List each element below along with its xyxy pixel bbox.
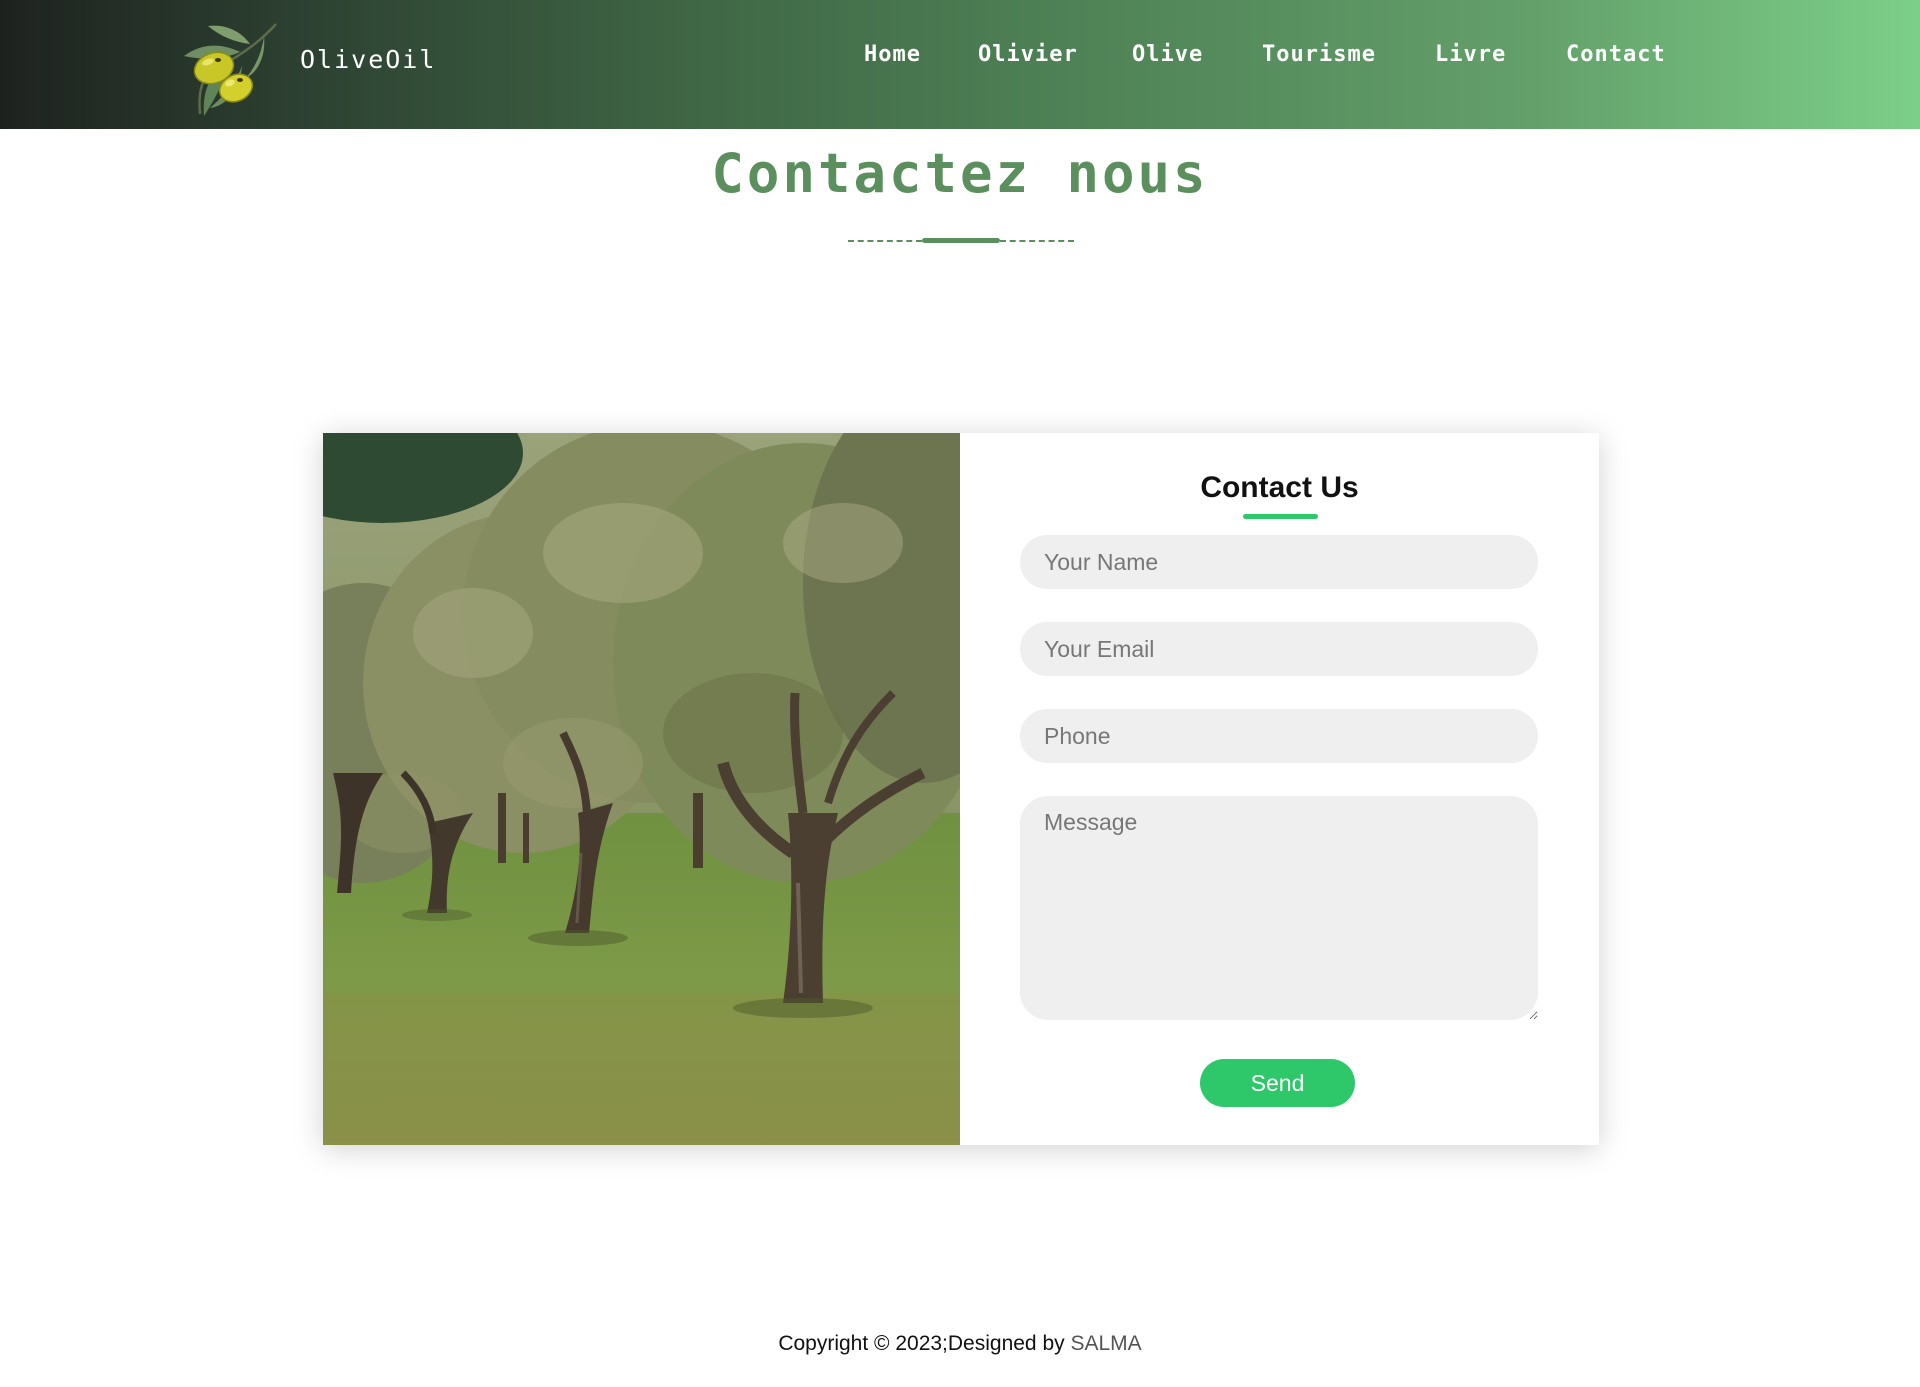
olive-grove-image xyxy=(323,433,960,1145)
nav-olivier[interactable]: Olivier xyxy=(978,42,1078,67)
message-field[interactable] xyxy=(1020,796,1538,1020)
designer-name: SALMA xyxy=(1070,1332,1142,1355)
site-footer: Copyright © 2023;Designed by SALMA xyxy=(0,1332,1920,1356)
contact-card: Contact Us Send xyxy=(323,433,1599,1145)
nav-contact[interactable]: Contact xyxy=(1566,42,1666,67)
site-header: OliveOil Home Olivier Olive Tourisme Liv… xyxy=(0,0,1920,129)
send-button[interactable]: Send xyxy=(1200,1059,1355,1107)
email-field[interactable] xyxy=(1020,622,1538,676)
underline-dash-left xyxy=(848,240,922,242)
form-title-underline xyxy=(1243,514,1318,519)
main-nav: Home Olivier Olive Tourisme Livre Contac… xyxy=(0,42,1920,72)
contact-form: Contact Us Send xyxy=(960,433,1599,1145)
title-underline xyxy=(848,236,1074,244)
underline-bar xyxy=(922,238,1000,243)
nav-livre[interactable]: Livre xyxy=(1435,42,1506,67)
nav-tourisme[interactable]: Tourisme xyxy=(1262,42,1376,67)
underline-dash-right xyxy=(1000,240,1074,242)
name-field[interactable] xyxy=(1020,535,1538,589)
copyright-text: Copyright © 2023;Designed by xyxy=(778,1332,1071,1355)
page-title: Contactez nous xyxy=(711,142,1209,205)
nav-home[interactable]: Home xyxy=(864,42,921,67)
nav-olive[interactable]: Olive xyxy=(1132,42,1203,67)
phone-field[interactable] xyxy=(1020,709,1538,763)
form-title: Contact Us xyxy=(1200,471,1359,504)
